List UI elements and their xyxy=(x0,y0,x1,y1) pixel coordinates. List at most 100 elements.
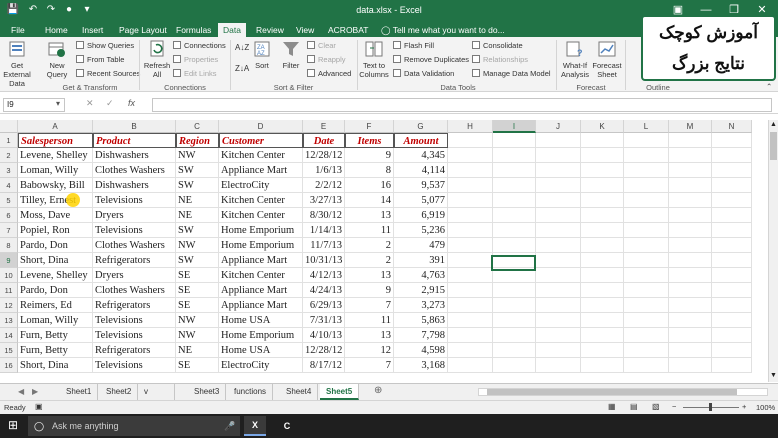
table-cell[interactable]: 6,919 xyxy=(394,208,448,223)
empty-cell[interactable] xyxy=(712,253,752,268)
tab-review[interactable]: Review xyxy=(251,23,289,37)
empty-cell[interactable] xyxy=(624,193,669,208)
table-cell[interactable]: 7 xyxy=(345,358,394,373)
flash-fill-button[interactable]: Flash Fill xyxy=(393,40,434,51)
row-header[interactable]: 13 xyxy=(0,313,18,328)
empty-cell[interactable] xyxy=(536,133,581,148)
empty-cell[interactable] xyxy=(712,178,752,193)
empty-cell[interactable] xyxy=(493,163,536,178)
empty-cell[interactable] xyxy=(712,208,752,223)
sort-button[interactable]: ZA AZ Sort xyxy=(247,39,277,70)
tab-insert[interactable]: Insert xyxy=(77,23,108,37)
empty-cell[interactable] xyxy=(712,163,752,178)
empty-cell[interactable] xyxy=(581,298,624,313)
sheet-tab[interactable]: Sheet2 xyxy=(100,384,139,400)
empty-cell[interactable] xyxy=(712,133,752,148)
empty-cell[interactable] xyxy=(536,223,581,238)
empty-cell[interactable] xyxy=(669,133,712,148)
empty-cell[interactable] xyxy=(712,298,752,313)
table-cell[interactable]: Clothes Washers xyxy=(93,163,176,178)
connections-button[interactable]: Connections xyxy=(173,40,226,51)
table-cell[interactable]: ElectroCity xyxy=(219,358,303,373)
empty-cell[interactable] xyxy=(712,358,752,373)
table-cell[interactable]: 2,915 xyxy=(394,283,448,298)
table-cell[interactable]: Televisions xyxy=(93,313,176,328)
empty-cell[interactable] xyxy=(493,283,536,298)
empty-cell[interactable] xyxy=(669,283,712,298)
macro-record-icon[interactable]: ▣ xyxy=(35,402,43,411)
empty-cell[interactable] xyxy=(669,328,712,343)
row-header[interactable]: 1 xyxy=(0,133,18,148)
table-cell[interactable]: 8 xyxy=(345,163,394,178)
table-cell[interactable]: 13 xyxy=(345,328,394,343)
table-cell[interactable]: 9 xyxy=(345,283,394,298)
table-cell[interactable]: 13 xyxy=(345,268,394,283)
table-cell[interactable]: SE xyxy=(176,283,219,298)
empty-cell[interactable] xyxy=(493,298,536,313)
table-cell[interactable]: 6/29/13 xyxy=(303,298,345,313)
column-g-header[interactable]: G xyxy=(394,120,448,133)
empty-cell[interactable] xyxy=(669,253,712,268)
table-cell[interactable]: Appliance Mart xyxy=(219,163,303,178)
empty-cell[interactable] xyxy=(493,313,536,328)
row-header[interactable]: 5 xyxy=(0,193,18,208)
empty-cell[interactable] xyxy=(448,193,493,208)
table-cell[interactable]: Televisions xyxy=(93,223,176,238)
table-cell[interactable]: 12/28/12 xyxy=(303,148,345,163)
zoom-level[interactable]: 100% xyxy=(756,403,775,412)
tab-home[interactable]: Home xyxy=(40,23,73,37)
cancel-icon[interactable]: ✕ xyxy=(86,98,94,109)
empty-cell[interactable] xyxy=(669,208,712,223)
table-cell[interactable]: Popiel, Ron xyxy=(18,223,93,238)
table-cell[interactable]: 391 xyxy=(394,253,448,268)
table-cell[interactable]: 5,077 xyxy=(394,193,448,208)
empty-cell[interactable] xyxy=(581,178,624,193)
tab-page-layout[interactable]: Page Layout xyxy=(114,23,172,37)
empty-cell[interactable] xyxy=(536,343,581,358)
empty-cell[interactable] xyxy=(624,268,669,283)
empty-cell[interactable] xyxy=(669,268,712,283)
table-cell[interactable]: Loman, Willy xyxy=(18,313,93,328)
empty-cell[interactable] xyxy=(493,343,536,358)
table-cell[interactable]: 4,345 xyxy=(394,148,448,163)
table-cell[interactable]: Appliance Mart xyxy=(219,298,303,313)
table-cell[interactable]: Appliance Mart xyxy=(219,283,303,298)
column-n-header[interactable]: N xyxy=(712,120,752,133)
empty-cell[interactable] xyxy=(581,193,624,208)
row-header[interactable]: 14 xyxy=(0,328,18,343)
scroll-up-icon[interactable]: ▲ xyxy=(770,121,777,128)
column-l-header[interactable]: L xyxy=(624,120,669,133)
relationships-button[interactable]: Relationships xyxy=(472,54,528,65)
tab-acrobat[interactable]: ACROBAT xyxy=(323,23,373,37)
h-scroll-thumb[interactable] xyxy=(487,389,737,395)
table-cell[interactable]: Pardo, Don xyxy=(18,283,93,298)
clear-button[interactable]: Clear xyxy=(307,40,336,51)
empty-cell[interactable] xyxy=(448,208,493,223)
table-cell[interactable]: Refrigerators xyxy=(93,253,176,268)
table-cell[interactable]: Kitchen Center xyxy=(219,148,303,163)
table-cell[interactable]: SW xyxy=(176,163,219,178)
page-layout-view-icon[interactable]: ▤ xyxy=(630,402,638,411)
table-cell[interactable]: Home USA xyxy=(219,313,303,328)
what-if-analysis-button[interactable]: ? What-If Analysis xyxy=(560,39,590,79)
empty-cell[interactable] xyxy=(669,193,712,208)
empty-cell[interactable] xyxy=(448,283,493,298)
new-sheet-icon[interactable]: ⊕ xyxy=(374,385,382,396)
empty-cell[interactable] xyxy=(493,178,536,193)
empty-cell[interactable] xyxy=(624,223,669,238)
name-box-dropdown-icon[interactable]: ▾ xyxy=(56,99,60,108)
table-cell[interactable]: 8/30/12 xyxy=(303,208,345,223)
empty-cell[interactable] xyxy=(581,313,624,328)
table-header-cell[interactable]: Region xyxy=(176,133,219,148)
table-cell[interactable]: Tilley, Ernest xyxy=(18,193,93,208)
table-cell[interactable]: 11 xyxy=(345,313,394,328)
reapply-button[interactable]: Reapply xyxy=(307,54,346,65)
manage-data-model-button[interactable]: Manage Data Model xyxy=(472,68,551,79)
empty-cell[interactable] xyxy=(669,313,712,328)
table-cell[interactable]: Kitchen Center xyxy=(219,193,303,208)
empty-cell[interactable] xyxy=(448,313,493,328)
table-cell[interactable]: SE xyxy=(176,298,219,313)
table-cell[interactable]: SE xyxy=(176,268,219,283)
select-all-corner[interactable] xyxy=(0,120,18,133)
empty-cell[interactable] xyxy=(669,163,712,178)
